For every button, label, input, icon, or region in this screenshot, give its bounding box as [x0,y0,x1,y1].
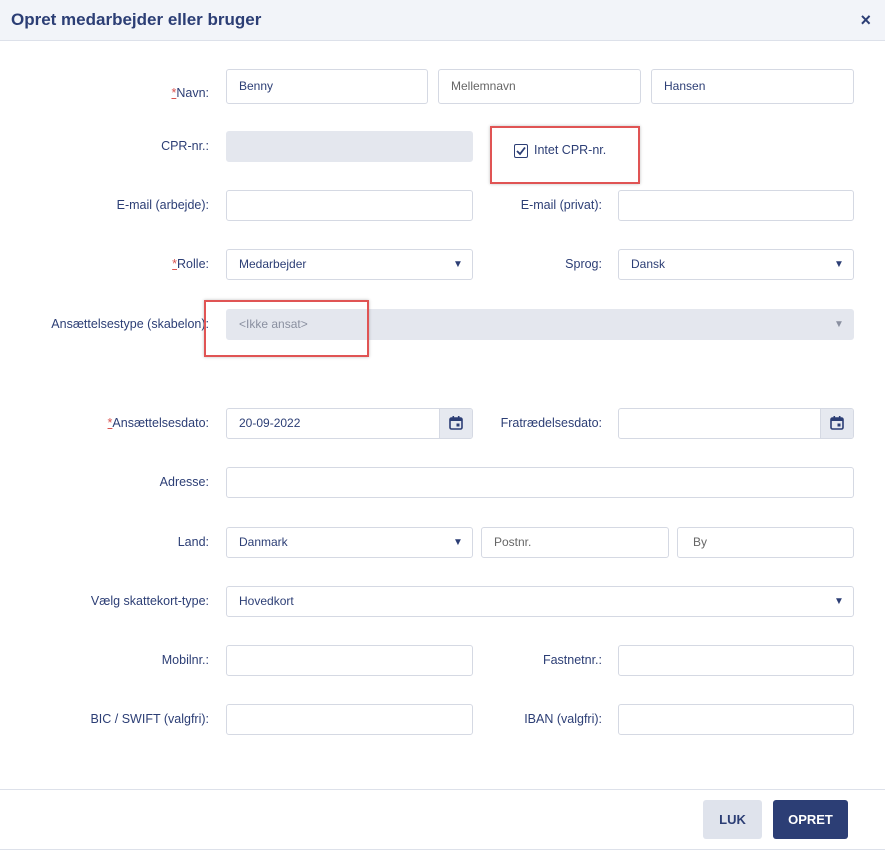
footer-divider [0,849,885,850]
first-name-input[interactable]: Benny [226,69,428,104]
landline-input[interactable] [618,645,854,676]
iban-input[interactable] [618,704,854,735]
employment-date-value: 20-09-2022 [239,416,301,430]
bic-input[interactable] [226,704,473,735]
postal-code-input[interactable]: Postnr. [481,527,669,558]
calendar-button[interactable] [439,409,472,438]
bic-label: BIC / SWIFT (valgfri): [90,712,209,726]
no-cpr-checkbox[interactable] [514,144,528,158]
tax-card-label: Vælg skattekort-type: [90,594,209,608]
highlight-box-employment-type [204,300,369,357]
last-name-input[interactable]: Hansen [651,69,854,104]
role-label: *Rolle: [172,257,209,271]
city-input[interactable]: By [677,527,854,558]
email-private-input[interactable] [618,190,854,221]
iban-label: IBAN (valgfri): [524,712,602,726]
check-icon [516,146,526,156]
email-private-label: E-mail (privat): [520,198,602,212]
mobile-label: Mobilnr.: [161,653,209,667]
language-label: Sprog: [565,257,602,271]
address-label: Adresse: [159,475,209,489]
email-work-label: E-mail (arbejde): [116,198,209,212]
country-label: Land: [177,535,209,549]
resign-date-label: Fratrædelsesdato: [500,416,602,430]
close-icon[interactable]: × [860,11,871,29]
employment-type-label: Ansættelsestype (skabelon): [51,317,209,331]
footer-divider [0,789,885,790]
role-select[interactable]: Medarbejder ▼ [226,249,473,280]
employment-date-label: *Ansættelsesdato: [107,416,209,430]
employment-date-input[interactable]: 20-09-2022 [226,408,473,439]
language-select[interactable]: Dansk ▼ [618,249,854,280]
dialog-header: Opret medarbejder eller bruger × [0,0,885,41]
address-input[interactable] [226,467,854,498]
country-select[interactable]: Danmark ▼ [226,527,473,558]
cpr-label: CPR-nr.: [161,139,209,153]
chevron-down-icon: ▼ [834,596,844,607]
cpr-input [226,131,473,162]
email-work-input[interactable] [226,190,473,221]
name-label: *Navn: [171,86,209,100]
role-select-value: Medarbejder [239,257,307,271]
tax-card-select[interactable]: Hovedkort ▼ [226,586,854,617]
middle-name-input[interactable]: Mellemnavn [438,69,641,104]
chevron-down-icon: ▼ [834,319,844,330]
resign-date-input[interactable] [618,408,854,439]
chevron-down-icon: ▼ [453,259,463,270]
calendar-icon [449,416,463,430]
chevron-down-icon: ▼ [453,537,463,548]
language-select-value: Dansk [631,257,666,271]
landline-label: Fastnetnr.: [542,653,602,667]
country-select-value: Danmark [239,535,288,549]
mobile-input[interactable] [226,645,473,676]
no-cpr-label[interactable]: Intet CPR-nr. [534,143,606,157]
chevron-down-icon: ▼ [834,259,844,270]
close-button[interactable]: LUK [703,800,762,839]
calendar-button[interactable] [820,409,853,438]
tax-card-select-value: Hovedkort [239,594,294,608]
calendar-icon [830,416,844,430]
create-button[interactable]: OPRET [773,800,848,839]
dialog-title: Opret medarbejder eller bruger [11,10,262,29]
